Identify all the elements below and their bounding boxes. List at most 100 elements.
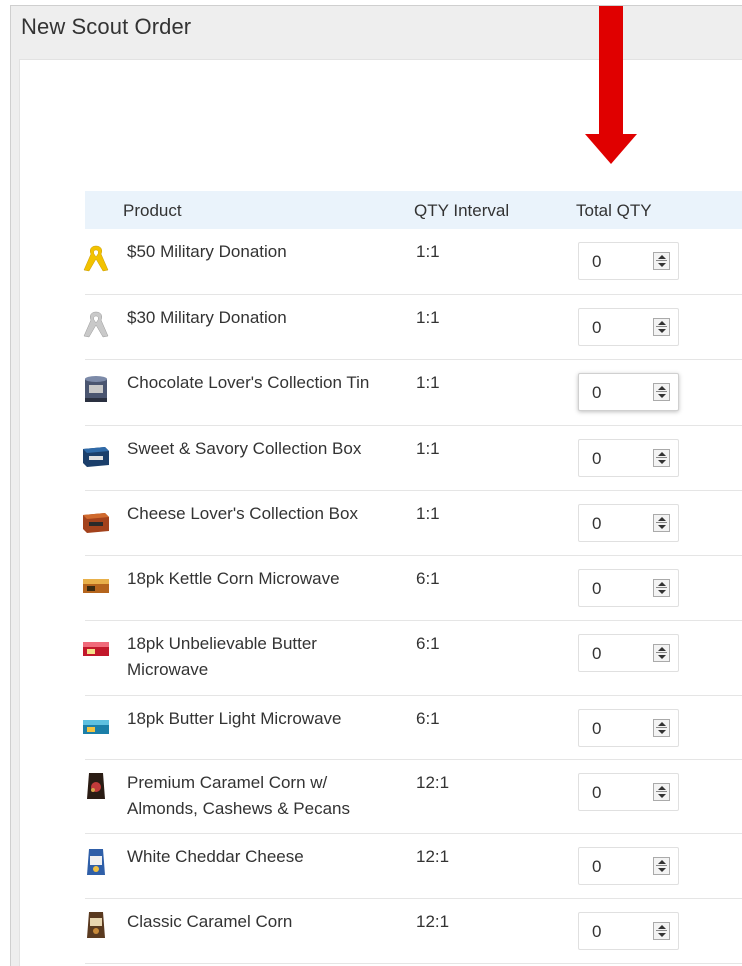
product-name: $50 Military Donation <box>127 242 287 261</box>
total-qty-input[interactable]: 0 <box>578 847 679 885</box>
total-qty-value: 0 <box>592 318 602 337</box>
spin-up-icon[interactable] <box>658 925 666 929</box>
product-name: 18pk Kettle Corn Microwave <box>127 569 340 588</box>
product-name: White Cheddar Cheese <box>127 847 304 866</box>
qty-interval: 12:1 <box>416 912 450 931</box>
spin-down-icon[interactable] <box>658 868 666 872</box>
product-name: Sweet & Savory Collection Box <box>127 439 362 458</box>
table-row: Cheese Lover's Collection Box 1:1 0 <box>83 491 742 556</box>
qty-spinner[interactable] <box>653 383 670 401</box>
table-row: Chocolate Lover's Collection Tin 1:1 0 <box>85 360 742 426</box>
collection-box-icon <box>80 439 112 471</box>
classic-caramel-bag-icon <box>80 909 112 941</box>
qty-spinner[interactable] <box>653 783 670 801</box>
spin-down-icon[interactable] <box>658 655 666 659</box>
table-row: $50 Military Donation 1:1 0 <box>83 229 742 295</box>
cheese-box-icon <box>80 505 112 537</box>
product-name: Premium Caramel Corn w/ Almonds, Cashews… <box>127 773 350 818</box>
spin-down-icon[interactable] <box>658 263 666 267</box>
page-title: New Scout Order <box>21 14 192 39</box>
qty-spinner[interactable] <box>653 719 670 737</box>
total-qty-input[interactable]: 0 <box>578 504 679 542</box>
qty-spinner[interactable] <box>653 644 670 662</box>
product-name: 18pk Butter Light Microwave <box>127 709 342 728</box>
total-qty-value: 0 <box>592 252 602 271</box>
qty-interval: 1:1 <box>416 242 440 261</box>
spin-up-icon[interactable] <box>658 582 666 586</box>
total-qty-input[interactable]: 0 <box>578 634 679 672</box>
spin-divider <box>656 587 667 588</box>
spin-down-icon[interactable] <box>658 460 666 464</box>
table-row: $30 Military Donation 1:1 0 <box>83 295 742 360</box>
table-row: Classic Caramel Corn 12:1 0 <box>85 899 742 964</box>
qty-interval: 6:1 <box>416 709 440 728</box>
yellow-ribbon-icon <box>80 243 112 275</box>
spin-down-icon[interactable] <box>658 525 666 529</box>
qty-spinner[interactable] <box>653 252 670 270</box>
spin-up-icon[interactable] <box>658 860 666 864</box>
spin-up-icon[interactable] <box>658 647 666 651</box>
spin-down-icon[interactable] <box>658 933 666 937</box>
total-qty-input[interactable]: 0 <box>578 569 679 607</box>
chocolate-tin-icon <box>80 373 112 405</box>
table-row: 18pk Kettle Corn Microwave 6:1 0 <box>83 556 742 621</box>
spin-up-icon[interactable] <box>658 786 666 790</box>
spin-down-icon[interactable] <box>658 329 666 333</box>
spin-down-icon[interactable] <box>658 794 666 798</box>
qty-interval: 1:1 <box>416 439 440 458</box>
spin-divider <box>656 791 667 792</box>
product-name: Classic Caramel Corn <box>127 912 293 931</box>
spin-up-icon[interactable] <box>658 386 666 390</box>
red-arrow-annotation <box>585 6 637 164</box>
total-qty-value: 0 <box>592 383 602 402</box>
spin-down-icon[interactable] <box>658 394 666 398</box>
spin-down-icon[interactable] <box>658 730 666 734</box>
total-qty-value: 0 <box>592 514 602 533</box>
total-qty-input[interactable]: 0 <box>578 373 679 411</box>
total-qty-value: 0 <box>592 579 602 598</box>
cheddar-bag-icon <box>80 846 112 878</box>
table-row: Premium Caramel Corn w/ Almonds, Cashews… <box>85 760 742 834</box>
spin-down-icon[interactable] <box>658 590 666 594</box>
qty-interval: 6:1 <box>416 569 440 588</box>
spin-divider <box>656 391 667 392</box>
product-table: Product QTY Interval Total QTY $50 Milit… <box>83 191 742 964</box>
butter-box-icon <box>80 631 112 663</box>
kettle-corn-box-icon <box>80 568 112 600</box>
qty-interval: 1:1 <box>416 373 440 392</box>
spin-divider <box>656 457 667 458</box>
qty-spinner[interactable] <box>653 514 670 532</box>
spin-up-icon[interactable] <box>658 255 666 259</box>
qty-interval: 1:1 <box>416 308 440 327</box>
qty-interval: 12:1 <box>416 773 450 792</box>
total-qty-input[interactable]: 0 <box>578 709 679 747</box>
spin-up-icon[interactable] <box>658 722 666 726</box>
table-row: 18pk Unbelievable Butter Microwave 6:1 0 <box>83 621 742 696</box>
qty-spinner[interactable] <box>653 922 670 940</box>
qty-spinner[interactable] <box>653 857 670 875</box>
total-qty-input[interactable]: 0 <box>578 912 679 950</box>
caramel-bag-icon <box>80 770 112 802</box>
spin-divider <box>656 930 667 931</box>
butter-light-box-icon <box>80 709 112 741</box>
qty-interval: 1:1 <box>416 504 440 523</box>
spin-up-icon[interactable] <box>658 452 666 456</box>
table-row: 18pk Butter Light Microwave 6:1 0 <box>83 696 742 760</box>
spin-up-icon[interactable] <box>658 517 666 521</box>
total-qty-value: 0 <box>592 783 602 802</box>
total-qty-value: 0 <box>592 719 602 738</box>
qty-spinner[interactable] <box>653 579 670 597</box>
total-qty-input[interactable]: 0 <box>578 773 679 811</box>
spin-divider <box>656 326 667 327</box>
qty-spinner[interactable] <box>653 449 670 467</box>
silver-ribbon-icon <box>80 309 112 341</box>
spin-divider <box>656 652 667 653</box>
total-qty-input[interactable]: 0 <box>578 308 679 346</box>
total-qty-input[interactable]: 0 <box>578 242 679 280</box>
qty-spinner[interactable] <box>653 318 670 336</box>
header-product: Product <box>123 201 182 220</box>
header-qty-interval: QTY Interval <box>414 201 510 220</box>
total-qty-input[interactable]: 0 <box>578 439 679 477</box>
header-total-qty: Total QTY <box>576 201 652 220</box>
spin-up-icon[interactable] <box>658 321 666 325</box>
